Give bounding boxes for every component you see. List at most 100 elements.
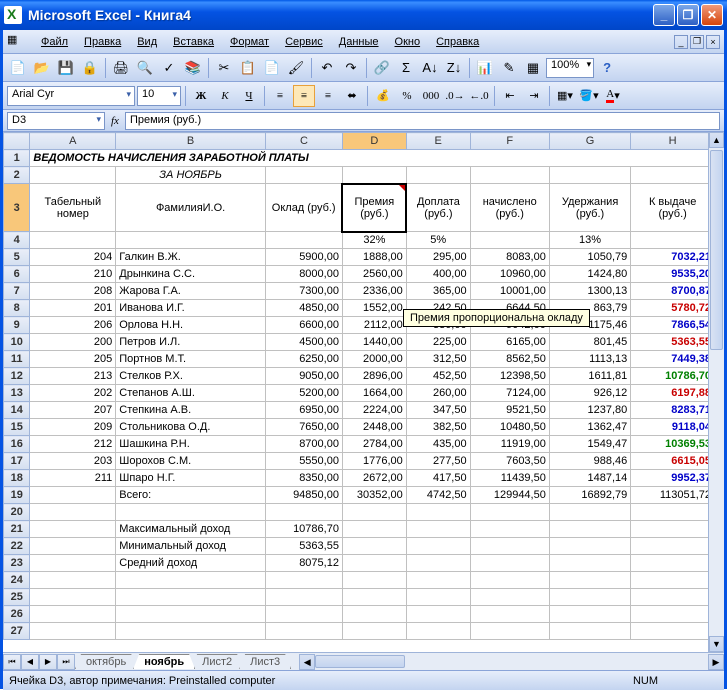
cell-a6[interactable]: 210 (30, 266, 116, 283)
cell-e15[interactable]: 382,50 (406, 419, 470, 436)
undo-icon[interactable]: ↶ (316, 57, 338, 79)
table-icon[interactable]: ▦ (522, 57, 544, 79)
percent-e[interactable]: 5% (406, 232, 470, 249)
cell-h8[interactable]: 5780,72 (631, 300, 715, 317)
cell-h13[interactable]: 6197,88 (631, 385, 715, 402)
cell-a16[interactable]: 212 (30, 436, 116, 453)
scroll-left-button[interactable]: ◀ (299, 654, 315, 670)
row-header-27[interactable]: 27 (4, 623, 30, 640)
tab-prev-button[interactable]: ◀ (21, 654, 39, 670)
cell-e17[interactable]: 277,50 (406, 453, 470, 470)
cell-b8[interactable]: Иванова И.Г. (116, 300, 266, 317)
cell-h5[interactable]: 7032,21 (631, 249, 715, 266)
vscroll-thumb[interactable] (710, 150, 723, 350)
scroll-up-button[interactable]: ▲ (709, 132, 724, 148)
cell-h17[interactable]: 6615,05 (631, 453, 715, 470)
cell-f12[interactable]: 12398,50 (470, 368, 549, 385)
cell-g5[interactable]: 1050,79 (549, 249, 630, 266)
header-d-selected[interactable]: Премия (руб.) (342, 184, 406, 232)
row-header-3[interactable]: 3 (4, 184, 30, 232)
totals-label[interactable]: Всего: (116, 487, 266, 504)
cell-f15[interactable]: 10480,50 (470, 419, 549, 436)
cell-g14[interactable]: 1237,80 (549, 402, 630, 419)
cell-g18[interactable]: 1487,14 (549, 470, 630, 487)
cell-a15[interactable]: 209 (30, 419, 116, 436)
cell-h10[interactable]: 5363,55 (631, 334, 715, 351)
cell-c12[interactable]: 9050,00 (265, 368, 342, 385)
col-header-B[interactable]: B (116, 133, 266, 150)
sort-desc-icon[interactable]: Z↓ (443, 57, 465, 79)
cell-e14[interactable]: 347,50 (406, 402, 470, 419)
percent-button[interactable]: % (396, 85, 418, 107)
align-left-button[interactable]: ≡ (269, 85, 291, 107)
row-header-1[interactable]: 1 (4, 150, 30, 167)
cell-d15[interactable]: 2448,00 (342, 419, 406, 436)
select-all-corner[interactable] (4, 133, 30, 150)
cell-f7[interactable]: 10001,00 (470, 283, 549, 300)
cell-c7[interactable]: 7300,00 (265, 283, 342, 300)
cell-b10[interactable]: Петров И.Л. (116, 334, 266, 351)
row-header-25[interactable]: 25 (4, 589, 30, 606)
sheet-tab-октябрь[interactable]: октябрь (75, 654, 137, 669)
cell-e16[interactable]: 435,00 (406, 436, 470, 453)
cell-h7[interactable]: 8700,87 (631, 283, 715, 300)
row-header-5[interactable]: 5 (4, 249, 30, 266)
stat-value-22[interactable]: 5363,55 (265, 538, 342, 555)
cell-b9[interactable]: Орлова Н.Н. (116, 317, 266, 334)
cell-b18[interactable]: Шпаро Н.Г. (116, 470, 266, 487)
menu-file[interactable]: Файл (33, 33, 76, 51)
hyperlink-icon[interactable]: 🔗 (371, 57, 393, 79)
stat-label-21[interactable]: Максимальный доход (116, 521, 266, 538)
cell-b6[interactable]: Дрынкина С.С. (116, 266, 266, 283)
align-center-button[interactable]: ≡ (293, 85, 315, 107)
doc-close-button[interactable]: × (706, 35, 720, 49)
increase-decimal-button[interactable]: .0→ (444, 85, 466, 107)
hscroll-thumb[interactable] (315, 655, 405, 668)
menu-tools[interactable]: Сервис (277, 33, 331, 51)
cell-g11[interactable]: 1113,13 (549, 351, 630, 368)
cell-a18[interactable]: 211 (30, 470, 116, 487)
stat-value-23[interactable]: 8075,12 (265, 555, 342, 572)
subtitle-cell[interactable]: ЗА НОЯБРЬ (116, 167, 266, 184)
underline-button[interactable]: Ч (238, 85, 260, 107)
menu-edit[interactable]: Правка (76, 33, 129, 51)
cell-b17[interactable]: Шорохов С.М. (116, 453, 266, 470)
cell-c10[interactable]: 4500,00 (265, 334, 342, 351)
cell-c13[interactable]: 5200,00 (265, 385, 342, 402)
row-header-15[interactable]: 15 (4, 419, 30, 436)
research-icon[interactable]: 📚 (182, 57, 204, 79)
maximize-button[interactable]: ❐ (677, 4, 699, 26)
cell-g12[interactable]: 1611,81 (549, 368, 630, 385)
cell-a13[interactable]: 202 (30, 385, 116, 402)
header-b[interactable]: ФамилияИ.О. (116, 184, 266, 232)
help-icon[interactable]: ? (596, 57, 618, 79)
formula-bar[interactable]: Премия (руб.) (125, 112, 720, 130)
paste-icon[interactable]: 📄 (261, 57, 283, 79)
fx-icon[interactable]: fx (111, 115, 119, 127)
title-cell[interactable]: ВЕДОМОСТЬ НАЧИСЛЕНИЯ ЗАРАБОТНОЙ ПЛАТЫ (30, 150, 715, 167)
italic-button[interactable]: К (214, 85, 236, 107)
permissions-icon[interactable]: 🔒 (79, 57, 101, 79)
col-header-D[interactable]: D (342, 133, 406, 150)
cell-c11[interactable]: 6250,00 (265, 351, 342, 368)
font-select[interactable]: Arial Cyr (7, 86, 135, 106)
cell-h18[interactable]: 9952,37 (631, 470, 715, 487)
row-header-4[interactable]: 4 (4, 232, 30, 249)
cell-f16[interactable]: 11919,00 (470, 436, 549, 453)
cell-f5[interactable]: 8083,00 (470, 249, 549, 266)
cell-a17[interactable]: 203 (30, 453, 116, 470)
sheet-tab-Лист2[interactable]: Лист2 (191, 654, 243, 669)
cell-f6[interactable]: 10960,00 (470, 266, 549, 283)
row-header-14[interactable]: 14 (4, 402, 30, 419)
row-header-10[interactable]: 10 (4, 334, 30, 351)
cell-d5[interactable]: 1888,00 (342, 249, 406, 266)
worksheet-grid[interactable]: ABCDEFGH1ВЕДОМОСТЬ НАЧИСЛЕНИЯ ЗАРАБОТНОЙ… (3, 132, 724, 652)
cell-d12[interactable]: 2896,00 (342, 368, 406, 385)
header-f[interactable]: начислено (руб.) (470, 184, 549, 232)
print-icon[interactable]: 🖨 (110, 57, 132, 79)
name-box[interactable]: D3 (7, 112, 105, 130)
cell-c15[interactable]: 7650,00 (265, 419, 342, 436)
cell-f13[interactable]: 7124,00 (470, 385, 549, 402)
cell-d18[interactable]: 2672,00 (342, 470, 406, 487)
row-header-16[interactable]: 16 (4, 436, 30, 453)
